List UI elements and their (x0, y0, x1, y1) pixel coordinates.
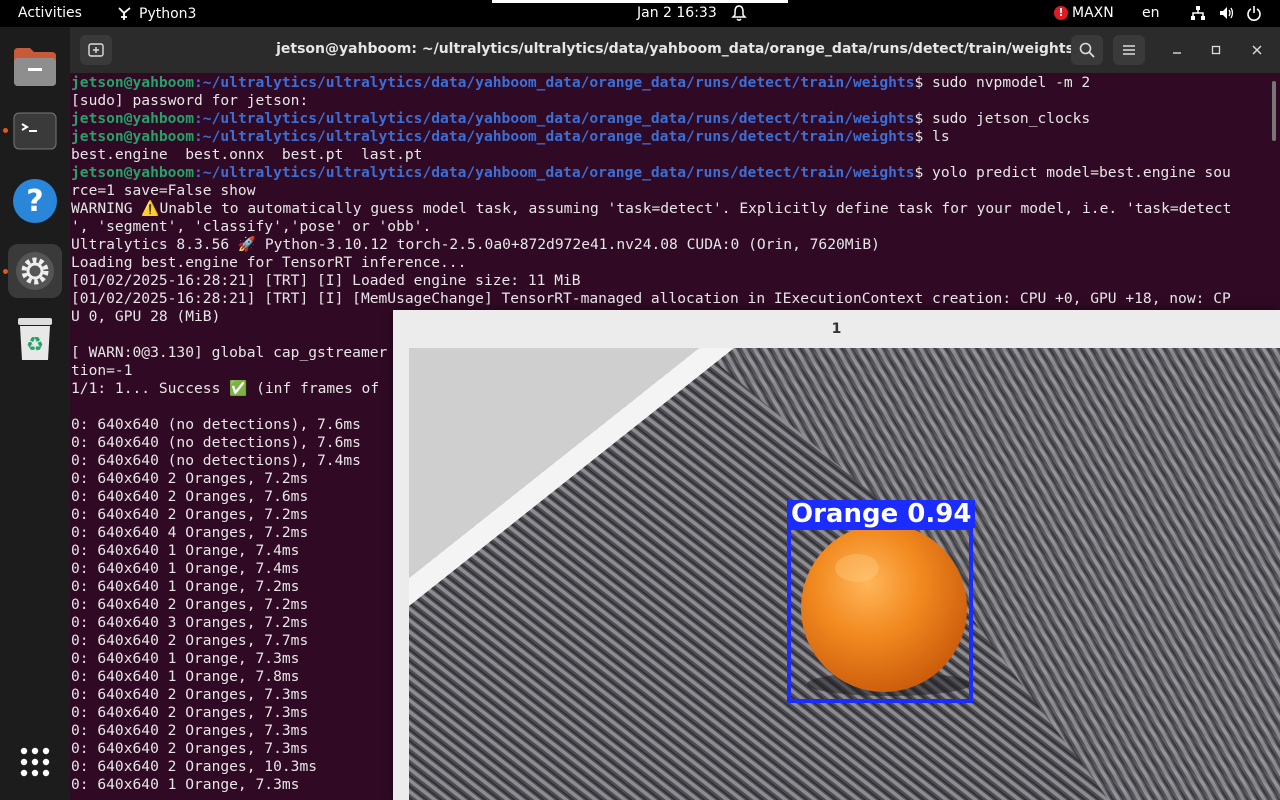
show-apps-button[interactable] (8, 735, 62, 789)
search-button[interactable] (1071, 35, 1103, 65)
clock[interactable]: Jan 2 16:33 (637, 5, 717, 21)
notification-bell-icon[interactable] (731, 4, 747, 26)
maximize-icon (1211, 45, 1221, 55)
files-icon (14, 48, 56, 86)
settings-launcher[interactable] (8, 244, 62, 298)
camera-frame: Orange 0.94 (409, 348, 1280, 800)
maximize-button[interactable] (1200, 35, 1232, 65)
command-text: $ sudo nvpmodel -m 2 (914, 74, 1091, 91)
hamburger-menu-icon (1123, 45, 1135, 55)
terminal-scrollbar[interactable] (1272, 81, 1276, 141)
search-icon (1079, 42, 1095, 58)
power-mode-indicator[interactable]: ! MAXN (1054, 5, 1114, 21)
terminal-line: ', 'segment', 'classify','pose' or 'obb'… (71, 218, 432, 235)
trash-icon: ♻ (18, 318, 52, 360)
terminal-line: Ultralytics 8.3.56 🚀 Python-3.10.12 torc… (71, 236, 880, 253)
terminal-icon (13, 112, 57, 150)
prompt-user: jetson@yahboom (71, 128, 195, 145)
prompt-user: jetson@yahboom (71, 164, 195, 181)
terminal-line: jetson@yahboom:~/ultralytics/ultralytics… (71, 128, 1266, 146)
files-launcher[interactable] (8, 40, 62, 94)
dock: ? ♻ (0, 27, 70, 800)
help-launcher[interactable]: ? (8, 174, 62, 228)
network-icon[interactable] (1190, 5, 1206, 25)
power-mode-label: MAXN (1072, 5, 1114, 21)
command-text: $ sudo jetson_clocks (914, 110, 1091, 127)
terminal-line: WARNING ⚠️Unable to automatically guess … (71, 200, 1232, 217)
terminal-line: best.engine best.onnx best.pt last.pt (71, 146, 423, 163)
detection-label: Orange 0.94 (787, 500, 976, 528)
terminal-line: rce=1 save=False show (71, 182, 256, 199)
volume-icon[interactable] (1218, 5, 1234, 25)
prompt-user: jetson@yahboom (71, 110, 195, 127)
help-icon: ? (13, 179, 57, 223)
app-name: Python3 (139, 5, 197, 22)
alert-icon: ! (1054, 6, 1068, 20)
prompt-user: jetson@yahboom (71, 74, 195, 91)
image-window-title[interactable]: 1 (393, 310, 1280, 346)
app-grid-icon (20, 747, 50, 777)
terminal-line: [sudo] password for jetson: (71, 92, 309, 109)
command-text: $ yolo predict model=best.engine sou (914, 164, 1231, 181)
settings-icon (16, 252, 54, 290)
language-indicator[interactable]: en (1142, 5, 1160, 21)
prompt-path: :~/ultralytics/ultralytics/data/yahboom_… (194, 164, 915, 181)
minimize-icon (1173, 52, 1181, 54)
minimize-button[interactable] (1161, 35, 1193, 65)
close-icon (1252, 45, 1262, 55)
image-preview-window: 1 Orange 0.94 (393, 310, 1280, 800)
terminal-line: jetson@yahboom:~/ultralytics/ultralytics… (71, 164, 1266, 182)
prompt-path: :~/ultralytics/ultralytics/data/yahboom_… (194, 110, 915, 127)
terminal-line: jetson@yahboom:~/ultralytics/ultralytics… (71, 74, 1266, 92)
top-bar: Activities Python3 Jan 2 16:33 ! MAXN en (0, 0, 1280, 27)
trash-launcher[interactable]: ♻ (8, 312, 62, 366)
command-text: $ ls (914, 128, 950, 145)
terminal-header: jetson@yahboom: ~/ultralytics/ultralytic… (70, 27, 1280, 73)
detection-bounding-box (787, 526, 973, 703)
power-icon[interactable] (1246, 5, 1262, 25)
menu-button[interactable] (1113, 35, 1145, 65)
terminal-launcher[interactable] (8, 104, 62, 158)
activities-button[interactable]: Activities (18, 5, 82, 21)
app-menu[interactable]: Python3 (116, 5, 196, 22)
screenshot-indicator (492, 0, 788, 3)
terminal-line: Loading best.engine for TensorRT inferen… (71, 254, 467, 271)
python-app-icon (118, 7, 131, 20)
prompt-path: :~/ultralytics/ultralytics/data/yahboom_… (194, 74, 915, 91)
terminal-line: [01/02/2025-16:28:21] [TRT] [I] Loaded e… (71, 272, 581, 289)
prompt-path: :~/ultralytics/ultralytics/data/yahboom_… (194, 128, 915, 145)
svg-text:♻: ♻ (26, 332, 44, 356)
svg-text:?: ? (26, 184, 43, 219)
terminal-line: jetson@yahboom:~/ultralytics/ultralytics… (71, 110, 1266, 128)
terminal-line: [01/02/2025-16:28:21] [TRT] [I] [MemUsag… (71, 290, 1231, 307)
close-button[interactable] (1241, 35, 1273, 65)
